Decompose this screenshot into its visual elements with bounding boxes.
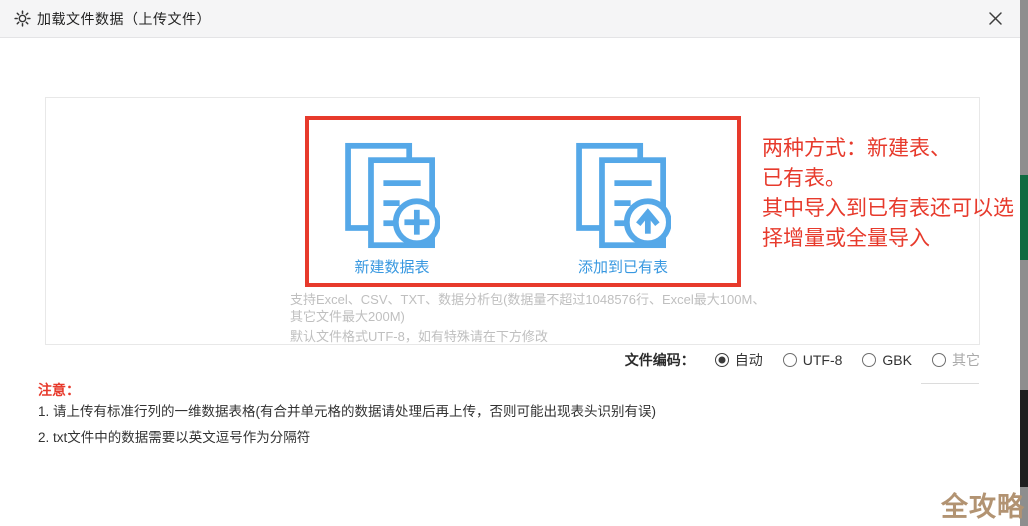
radio-encoding-utf8[interactable]: UTF-8 <box>782 352 843 368</box>
option-new-table-label: 新建数据表 <box>354 259 430 276</box>
custom-encoding-input[interactable] <box>921 370 979 384</box>
close-button[interactable] <box>984 8 1006 30</box>
documents-plus-icon <box>345 142 440 249</box>
supported-formats-hint-cont: 其它文件最大200M) <box>290 309 405 324</box>
radio-encoding-auto[interactable]: 自动 <box>714 350 763 370</box>
dialog-titlebar: 加载文件数据（上传文件） <box>0 0 1020 38</box>
radio-encoding-gbk[interactable]: GBK <box>862 352 912 368</box>
encoding-row: 文件编码： 自动 UTF-8 GBK 其它 <box>625 348 980 372</box>
option-new-table[interactable]: 新建数据表 <box>322 142 462 277</box>
annotation-line: 两种方式：新建表、 <box>762 137 951 160</box>
dialog-title: 加载文件数据（上传文件） <box>37 10 211 27</box>
radio-label: UTF-8 <box>802 352 843 368</box>
notice-item-1: 1. 请上传有标准行列的一维数据表格(有合并单元格的数据请处理后再上传，否则可能… <box>38 404 656 419</box>
gear-icon <box>14 10 31 27</box>
radio-encoding-other[interactable]: 其它 <box>932 350 980 370</box>
annotation-line: 择增量或全量导入 <box>762 227 930 250</box>
background-app-edge <box>1020 0 1028 526</box>
radio-icon <box>782 353 797 367</box>
annotation-text: 两种方式：新建表、 已有表。 其中导入到已有表还可以选 择增量或全量导入 <box>762 134 1024 254</box>
documents-upload-arrow-icon <box>576 142 671 249</box>
edge-segment-dark <box>1020 390 1028 487</box>
notice-item-2: 2. txt文件中的数据需要以英文逗号作为分隔符 <box>38 430 311 445</box>
radio-icon <box>862 353 877 367</box>
notice-title: 注意： <box>38 382 80 398</box>
radio-label: 其它 <box>952 352 980 368</box>
radio-icon <box>714 353 729 367</box>
annotation-line: 已有表。 <box>762 167 846 190</box>
option-add-to-existing[interactable]: 添加到已有表 <box>553 142 693 277</box>
close-icon <box>988 12 1002 25</box>
option-add-to-existing-label: 添加到已有表 <box>577 259 668 276</box>
default-encoding-hint: 默认文件格式UTF-8，如有特殊请在下方修改 <box>290 329 548 344</box>
encoding-label: 文件编码： <box>624 352 695 368</box>
radio-icon <box>932 353 946 367</box>
radio-label: 自动 <box>734 352 763 368</box>
radio-label: GBK <box>882 352 912 368</box>
watermark-text: 全攻略 <box>941 492 1025 522</box>
edge-segment <box>1020 260 1028 390</box>
annotation-line: 其中导入到已有表还可以选 <box>762 197 1014 220</box>
